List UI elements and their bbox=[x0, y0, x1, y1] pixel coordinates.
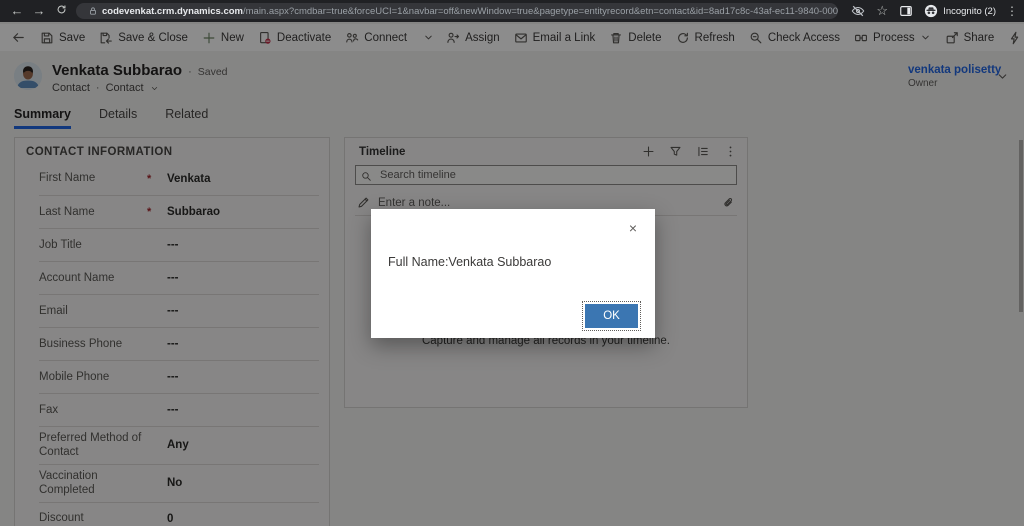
browser-menu-icon[interactable]: ⋮ bbox=[1006, 4, 1018, 18]
screen: ← → codevenkat.crm.dynamics.com/main.asp… bbox=[0, 0, 1024, 526]
browser-chrome: ← → codevenkat.crm.dynamics.com/main.asp… bbox=[0, 0, 1024, 22]
dialog-ok-button[interactable]: OK bbox=[582, 301, 641, 331]
dialog-close-icon[interactable]: × bbox=[629, 221, 637, 235]
dialog-message: Full Name:Venkata Subbarao bbox=[388, 255, 552, 269]
incognito-icon bbox=[925, 4, 938, 18]
bookmark-star-icon[interactable]: ☆ bbox=[874, 3, 890, 19]
address-bar[interactable]: codevenkat.crm.dynamics.com/main.aspx?cm… bbox=[76, 3, 839, 19]
browser-forward-icon[interactable]: → bbox=[28, 0, 50, 22]
password-eye-off-icon[interactable] bbox=[850, 3, 866, 19]
side-panel-icon[interactable] bbox=[898, 3, 914, 19]
browser-back-icon[interactable]: ← bbox=[6, 0, 28, 22]
incognito-badge[interactable]: Incognito (2) bbox=[924, 4, 996, 18]
alert-dialog: × Full Name:Venkata Subbarao OK bbox=[371, 209, 655, 338]
app-page: Save Save & Close New Deactivate Connect bbox=[0, 22, 1024, 526]
incognito-label: Incognito (2) bbox=[943, 5, 996, 17]
url-domain: codevenkat.crm.dynamics.com bbox=[102, 5, 243, 17]
lock-icon bbox=[88, 3, 98, 19]
browser-refresh-icon[interactable] bbox=[50, 0, 72, 22]
url-path: /main.aspx?cmdbar=true&forceUCI=1&navbar… bbox=[242, 5, 839, 17]
